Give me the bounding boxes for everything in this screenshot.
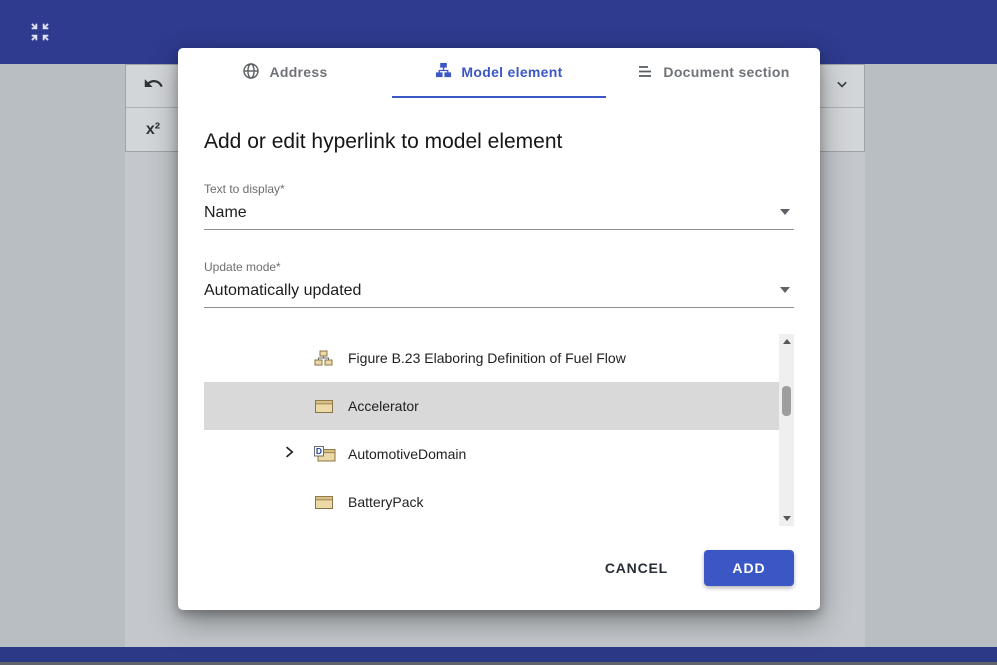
model-element-tree: Figure B.23 Elaboring Definition of Fuel…: [204, 334, 794, 526]
globe-icon: [242, 62, 260, 83]
tree-scrollbar[interactable]: [779, 334, 794, 526]
diagram-icon: [314, 350, 338, 367]
undo-icon: [143, 73, 164, 99]
add-button[interactable]: ADD: [704, 550, 794, 586]
scroll-up-button[interactable]: [779, 334, 794, 349]
field-label: Text to display*: [204, 182, 794, 196]
model-element-icon: [435, 62, 452, 82]
component-icon: [314, 495, 338, 510]
tab-document-section[interactable]: Document section: [606, 48, 820, 98]
cancel-button[interactable]: CANCEL: [599, 552, 674, 584]
tab-address[interactable]: Address: [178, 48, 392, 98]
undo-button[interactable]: [126, 65, 181, 107]
tree-row[interactable]: BatteryPack: [204, 478, 779, 526]
tab-label: Address: [269, 64, 327, 80]
tree-list: Figure B.23 Elaboring Definition of Fuel…: [204, 334, 779, 526]
superscript-label: x²: [146, 121, 160, 139]
dialog-tab-bar: Address Model element: [178, 48, 820, 98]
domain-icon: D: [314, 446, 338, 462]
tab-model-element[interactable]: Model element: [392, 48, 606, 98]
caret-down-icon: [780, 209, 790, 215]
component-icon: [314, 399, 338, 414]
compress-icon[interactable]: [29, 21, 51, 43]
dialog-body: Add or edit hyperlink to model element T…: [178, 128, 820, 586]
scroll-up-icon: [783, 339, 791, 344]
hyperlink-dialog: Address Model element: [178, 48, 820, 610]
tree-item-label: BatteryPack: [348, 494, 423, 510]
tree-row[interactable]: Figure B.23 Elaboring Definition of Fuel…: [204, 334, 779, 382]
chevron-slot: [280, 443, 314, 466]
document-section-icon: [636, 62, 654, 83]
dialog-title: Add or edit hyperlink to model element: [204, 128, 794, 156]
expand-chevron-icon[interactable]: [280, 443, 298, 466]
svg-text:D: D: [316, 446, 322, 456]
page: x² Address: [0, 0, 997, 665]
tree-row[interactable]: Accelerator: [204, 382, 779, 430]
app-footer-bar: [0, 647, 997, 662]
superscript-button[interactable]: x²: [126, 108, 181, 151]
update-mode-select[interactable]: Update mode* Automatically updated: [204, 260, 794, 308]
scroll-down-button[interactable]: [779, 511, 794, 526]
tree-item-label: Accelerator: [348, 398, 419, 414]
chevron-down-icon: [832, 74, 852, 99]
scrollbar-track[interactable]: [779, 349, 794, 511]
toolbar-more-button[interactable]: [820, 65, 864, 107]
tree-item-label: Figure B.23 Elaboring Definition of Fuel…: [348, 350, 626, 366]
tree-item-label: AutomotiveDomain: [348, 446, 466, 462]
caret-down-icon: [780, 287, 790, 293]
tab-label: Model element: [461, 64, 562, 80]
tree-row[interactable]: D AutomotiveDomain: [204, 430, 779, 478]
field-value: Automatically updated: [204, 280, 794, 302]
dialog-actions: CANCEL ADD: [204, 550, 794, 586]
field-label: Update mode*: [204, 260, 794, 274]
field-value: Name: [204, 202, 794, 224]
tab-label: Document section: [663, 64, 789, 80]
text-to-display-select[interactable]: Text to display* Name: [204, 182, 794, 230]
scroll-down-icon: [783, 516, 791, 521]
scrollbar-thumb[interactable]: [782, 386, 791, 416]
